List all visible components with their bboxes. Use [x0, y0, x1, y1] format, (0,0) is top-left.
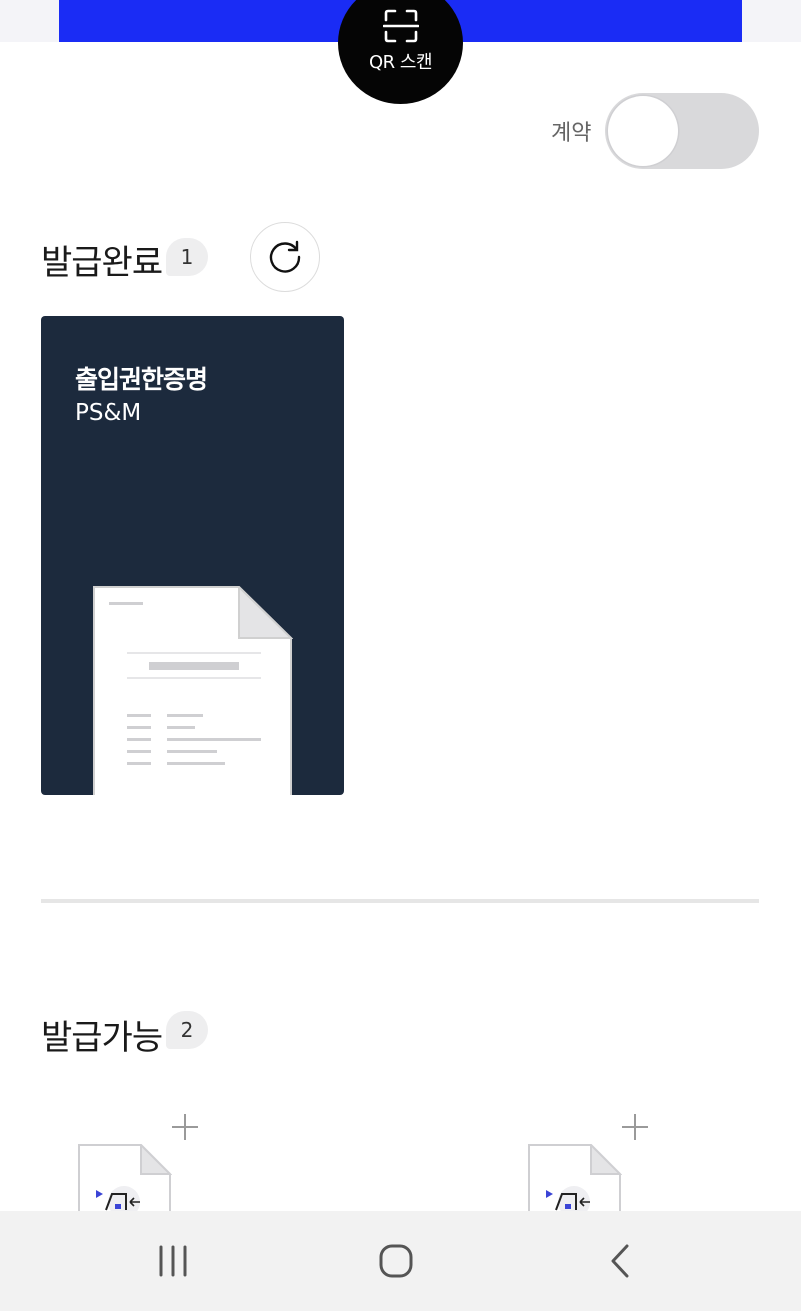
issued-section-title: 발급완료 — [41, 243, 163, 283]
credential-card[interactable]: 출입권한증명 PS&M — [41, 316, 344, 795]
available-section-title: 발급가능 — [41, 1018, 163, 1058]
qr-scan-label: QR 스캔 — [368, 52, 433, 73]
contract-toggle-label: 계약 — [551, 121, 592, 146]
refresh-icon — [269, 240, 301, 273]
home-button[interactable] — [366, 1236, 426, 1286]
recent-apps-button[interactable] — [143, 1236, 203, 1286]
toggle-knob — [608, 96, 678, 166]
home-icon — [379, 1244, 413, 1278]
card-issuer: PS&M — [75, 400, 142, 426]
recent-apps-icon — [159, 1245, 187, 1277]
qr-scan-icon — [382, 9, 419, 43]
issued-count-badge: 1 — [166, 238, 208, 276]
document-illustration-icon — [93, 586, 293, 795]
plus-icon — [622, 1114, 648, 1140]
available-item[interactable] — [78, 1110, 198, 1220]
document-add-icon — [78, 1144, 172, 1214]
qr-scan-button[interactable]: QR 스캔 — [338, 0, 463, 104]
contract-toggle[interactable] — [605, 93, 759, 169]
back-icon — [611, 1244, 629, 1278]
plus-icon — [172, 1114, 198, 1140]
available-item[interactable] — [528, 1110, 648, 1220]
document-add-icon — [528, 1144, 622, 1214]
section-divider — [41, 899, 759, 903]
back-button[interactable] — [590, 1236, 650, 1286]
system-navigation-bar — [0, 1211, 801, 1311]
refresh-button[interactable] — [250, 222, 320, 292]
available-count-badge: 2 — [166, 1011, 208, 1049]
card-title: 출입권한증명 — [75, 365, 208, 394]
